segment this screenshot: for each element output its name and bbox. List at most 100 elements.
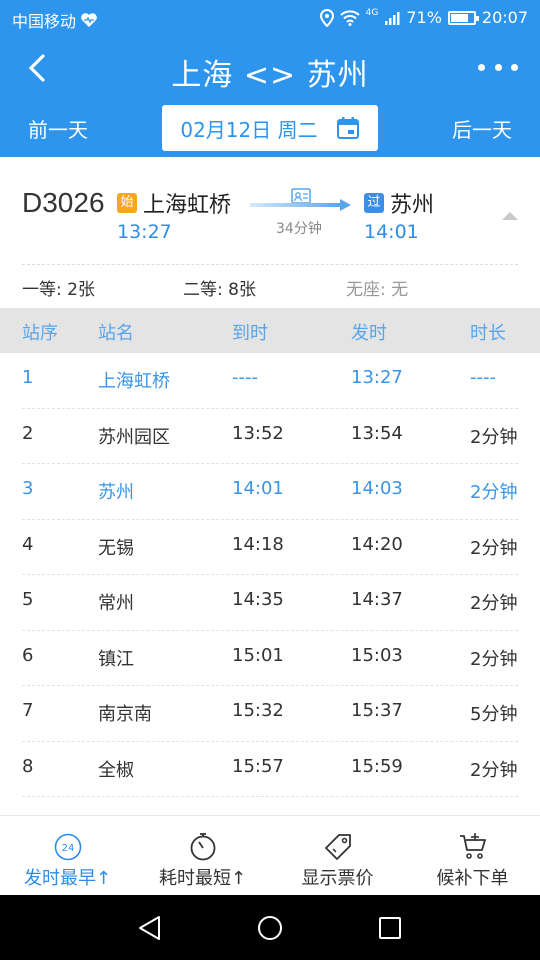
cell-seq: 1 <box>22 367 34 388</box>
clock: 20:07 <box>481 8 528 27</box>
col-header-seq: 站序 <box>22 323 58 344</box>
departure-station-name: 上海虹桥 <box>143 193 232 218</box>
cell-station: 苏州 <box>98 482 134 503</box>
seat-second-class: 二等: 8张 <box>183 280 256 300</box>
route-arrow-icon <box>250 199 351 211</box>
more-menu-button[interactable] <box>478 52 518 82</box>
cell-arrive: 14:01 <box>232 478 284 499</box>
cell-stay: ---- <box>470 367 496 388</box>
cell-stay: 5分钟 <box>470 704 518 725</box>
tab-waitlist-order[interactable]: 候补下单 <box>405 816 540 896</box>
status-right: 4G 71% 20:07 <box>319 8 528 27</box>
tab-label: 耗时最短↑ <box>158 868 247 889</box>
departure-station: 始 上海虹桥 <box>117 187 231 219</box>
timetable-header: 站序 站名 到时 发时 时长 <box>0 308 540 353</box>
cell-station: 常州 <box>98 593 134 614</box>
seat-standing: 无座: 无 <box>346 280 409 300</box>
carrier-label: 中国移动 <box>12 12 77 31</box>
cell-station: 南京南 <box>98 704 152 725</box>
cell-station: 苏州园区 <box>98 426 170 448</box>
back-triangle-icon[interactable] <box>135 913 165 943</box>
col-header-arrive: 到时 <box>232 323 268 344</box>
cell-depart: 13:27 <box>351 367 403 388</box>
cell-seq: 6 <box>22 644 34 666</box>
table-row[interactable]: 4 无锡 14:18 14:20 2分钟 <box>0 520 540 576</box>
cell-arrive: 14:18 <box>232 533 284 555</box>
table-row[interactable]: 1 上海虹桥 ---- 13:27 ---- <box>0 353 540 409</box>
cart-add-icon <box>459 833 486 859</box>
calendar-icon <box>336 117 359 139</box>
battery-icon <box>447 10 479 25</box>
tab-shortest-duration[interactable]: 耗时最短↑ <box>135 816 270 896</box>
cell-stay: 2分钟 <box>470 648 518 670</box>
arrival-station-name: 苏州 <box>390 193 435 218</box>
cell-depart: 15:03 <box>351 644 403 666</box>
more-dot-icon <box>494 63 502 71</box>
cell-station: 全椒 <box>98 759 134 781</box>
start-badge: 始 <box>117 193 137 213</box>
stopwatch-icon <box>190 833 215 861</box>
cell-stay: 2分钟 <box>470 426 518 448</box>
cell-arrive: 13:52 <box>232 422 284 444</box>
cell-stay: 2分钟 <box>470 759 518 781</box>
clock-24-text: 24 <box>61 843 74 854</box>
tab-label: 候补下单 <box>436 868 509 889</box>
cell-station: 镇江 <box>98 648 134 670</box>
cell-seq: 3 <box>22 478 34 499</box>
train-summary-card[interactable]: D3026 始 上海虹桥 13:27 34分钟 过 苏州 14:01 一等: 2… <box>0 157 540 307</box>
table-row[interactable]: 2 苏州园区 13:52 13:54 2分钟 <box>0 409 540 465</box>
cell-stay: 2分钟 <box>470 482 518 503</box>
cell-depart: 13:54 <box>351 422 403 444</box>
cell-stay: 2分钟 <box>470 537 518 559</box>
table-row[interactable]: 5 常州 14:35 14:37 2分钟 <box>0 575 540 631</box>
bottom-tab-bar: 24 发时最早↑ 耗时最短↑ 显示票价 候补下单 <box>0 815 540 895</box>
table-row[interactable]: 3 苏州 14:01 14:03 2分钟 <box>0 464 540 520</box>
cell-depart: 15:37 <box>351 700 403 721</box>
cell-depart: 14:20 <box>351 533 403 555</box>
wifi-icon <box>339 9 360 26</box>
table-row[interactable]: 7 南京南 15:32 15:37 5分钟 <box>0 686 540 742</box>
arrival-time: 14:01 <box>364 221 419 243</box>
divider <box>22 264 518 265</box>
next-day-button[interactable]: 后一天 <box>452 114 512 143</box>
more-dot-icon <box>511 63 518 71</box>
cell-depart: 15:59 <box>351 755 403 777</box>
status-left: 中国移动 <box>12 8 98 32</box>
heart-icon <box>81 13 97 27</box>
cell-seq: 4 <box>22 533 34 555</box>
tab-earliest-departure[interactable]: 24 发时最早↑ <box>0 816 135 896</box>
cell-stay: 2分钟 <box>470 593 518 614</box>
tab-label: 显示票价 <box>301 868 374 889</box>
cell-arrive: ---- <box>232 367 258 388</box>
date-picker[interactable]: 02月12日 周二 <box>162 105 378 151</box>
table-row[interactable]: 6 镇江 15:01 15:03 2分钟 <box>0 631 540 687</box>
signal-icon <box>385 11 400 25</box>
system-navigation-bar <box>0 895 540 960</box>
table-row[interactable]: 8 全椒 15:57 15:59 2分钟 <box>0 742 540 798</box>
price-tag-icon <box>324 834 351 860</box>
more-dot-icon <box>478 63 485 71</box>
header: 上海 <> 苏州 <box>0 36 540 100</box>
clock-24-icon: 24 <box>54 833 81 861</box>
location-icon <box>319 8 334 27</box>
network-type-label: 4G <box>365 8 379 18</box>
cell-seq: 7 <box>22 700 34 721</box>
pass-badge: 过 <box>364 193 384 213</box>
battery-fill <box>450 13 468 22</box>
cell-seq: 5 <box>22 589 34 610</box>
cell-depart: 14:37 <box>351 589 403 610</box>
cell-depart: 14:03 <box>351 478 403 499</box>
battery-percent: 71% <box>406 8 442 27</box>
date-navigation: 前一天 02月12日 周二 后一天 <box>0 100 540 157</box>
home-circle-icon[interactable] <box>255 913 285 943</box>
date-label: 02月12日 周二 <box>180 117 318 142</box>
train-number: D3026 <box>22 187 105 218</box>
cell-station: 无锡 <box>98 537 134 559</box>
prev-day-button[interactable]: 前一天 <box>28 114 88 143</box>
collapse-caret-icon[interactable] <box>500 210 520 222</box>
page-title: 上海 <> 苏州 <box>171 58 369 93</box>
cell-arrive: 15:32 <box>232 700 284 721</box>
recents-square-icon[interactable] <box>375 913 405 943</box>
tab-show-price[interactable]: 显示票价 <box>270 816 405 896</box>
cell-arrive: 14:35 <box>232 589 284 610</box>
